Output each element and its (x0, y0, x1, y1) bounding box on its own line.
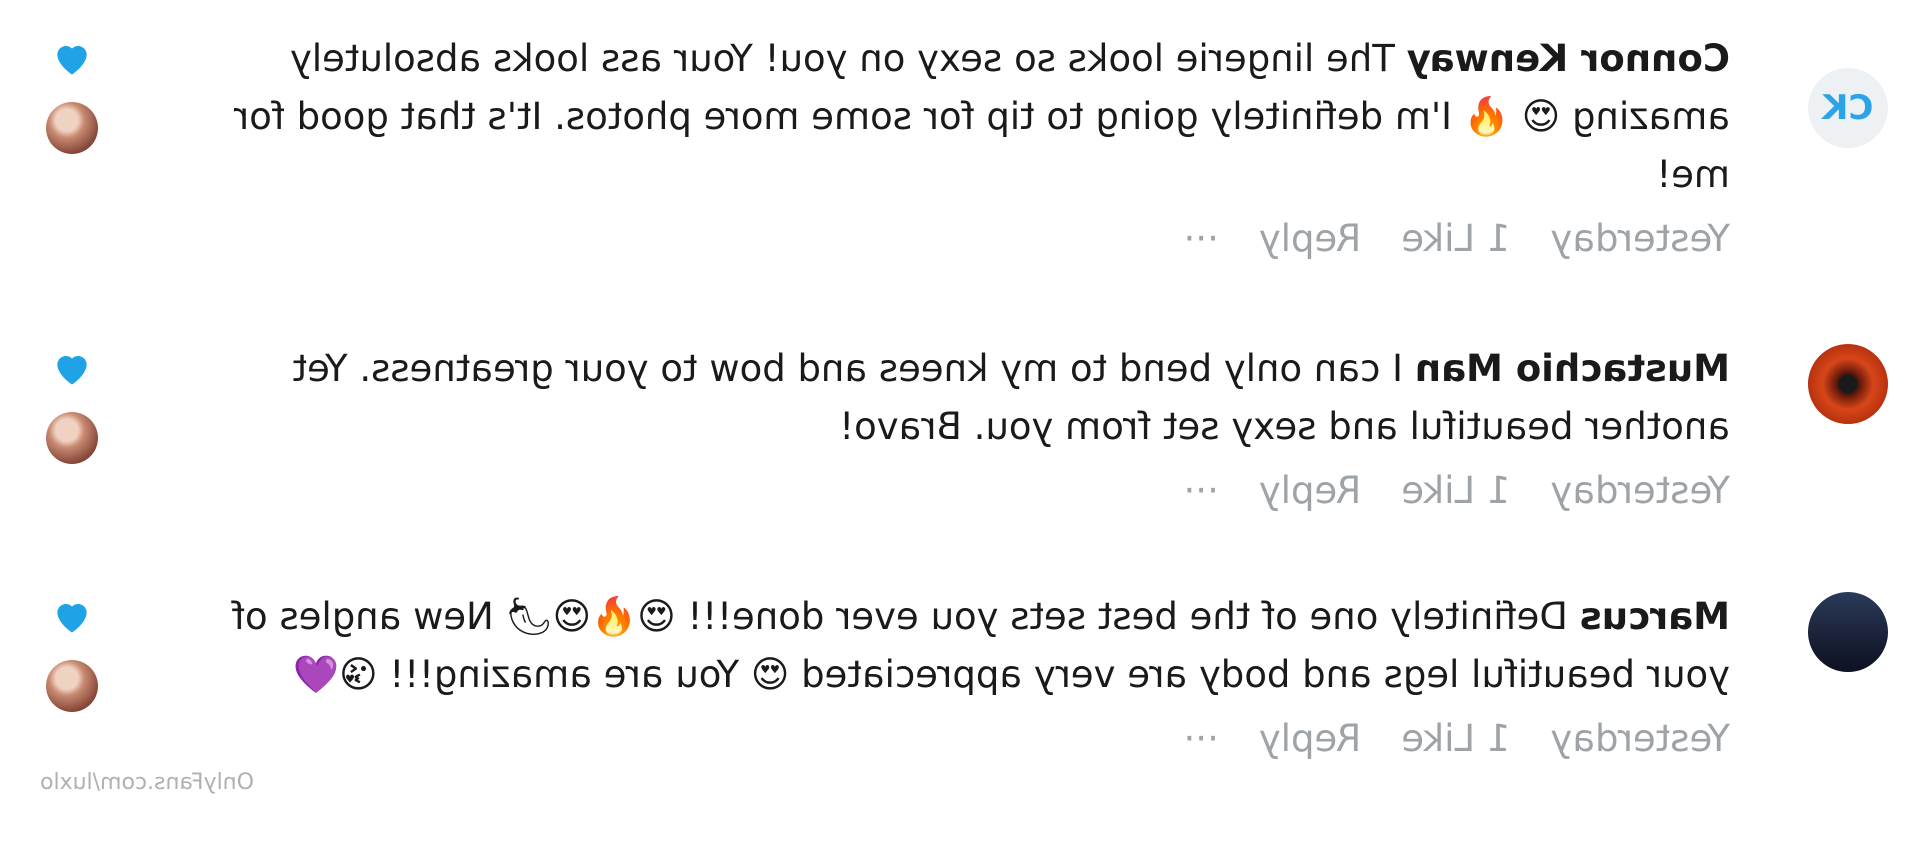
comment-text: Definitely one of the best sets you ever… (231, 595, 1730, 696)
comment-body: Connor Kenway The lingerie looks so sexy… (150, 30, 1730, 268)
like-count[interactable]: 1 Like (1401, 710, 1510, 768)
more-options-button[interactable]: ··· (1184, 210, 1219, 268)
comment-text-block: Connor Kenway The lingerie looks so sexy… (150, 30, 1730, 204)
heart-icon[interactable] (50, 346, 94, 390)
comment-author[interactable]: Mustachio Man (1415, 347, 1730, 390)
comment-author[interactable]: Connor Kenway (1407, 37, 1730, 80)
comment-side-actions (44, 594, 100, 712)
comment-side-actions (44, 346, 100, 464)
comment-text-block: Marcus Definitely one of the best sets y… (150, 588, 1730, 704)
reply-button[interactable]: Reply (1259, 710, 1361, 768)
watermark: OnlyFans.com/luxlo (40, 770, 254, 795)
like-count[interactable]: 1 Like (1401, 210, 1510, 268)
comment-time: Yesterday (1550, 469, 1730, 512)
comment-side-actions (44, 36, 100, 154)
more-options-button[interactable]: ··· (1184, 462, 1219, 520)
comment-actions: Yesterday 1 Like Reply ··· (150, 462, 1730, 520)
creator-avatar (46, 102, 98, 154)
avatar-ck[interactable]: CK (1808, 68, 1888, 148)
comment-time: Yesterday (1550, 717, 1730, 760)
comment-actions: Yesterday 1 Like Reply ··· (150, 210, 1730, 268)
creator-avatar (46, 660, 98, 712)
comment-actions: Yesterday 1 Like Reply ··· (150, 710, 1730, 768)
comment-body: Mustachio Man I can only bend to my knee… (150, 340, 1730, 520)
heart-icon[interactable] (50, 36, 94, 80)
avatar-mustachio[interactable] (1808, 344, 1888, 424)
avatar-marcus[interactable] (1808, 592, 1888, 672)
more-options-button[interactable]: ··· (1184, 710, 1219, 768)
comment-author[interactable]: Marcus (1580, 595, 1730, 638)
heart-icon[interactable] (50, 594, 94, 638)
creator-avatar (46, 412, 98, 464)
reply-button[interactable]: Reply (1259, 462, 1361, 520)
comment-time: Yesterday (1550, 217, 1730, 260)
comment-body: Marcus Definitely one of the best sets y… (150, 588, 1730, 768)
reply-button[interactable]: Reply (1259, 210, 1361, 268)
comment-text-block: Mustachio Man I can only bend to my knee… (150, 340, 1730, 456)
like-count[interactable]: 1 Like (1401, 462, 1510, 520)
